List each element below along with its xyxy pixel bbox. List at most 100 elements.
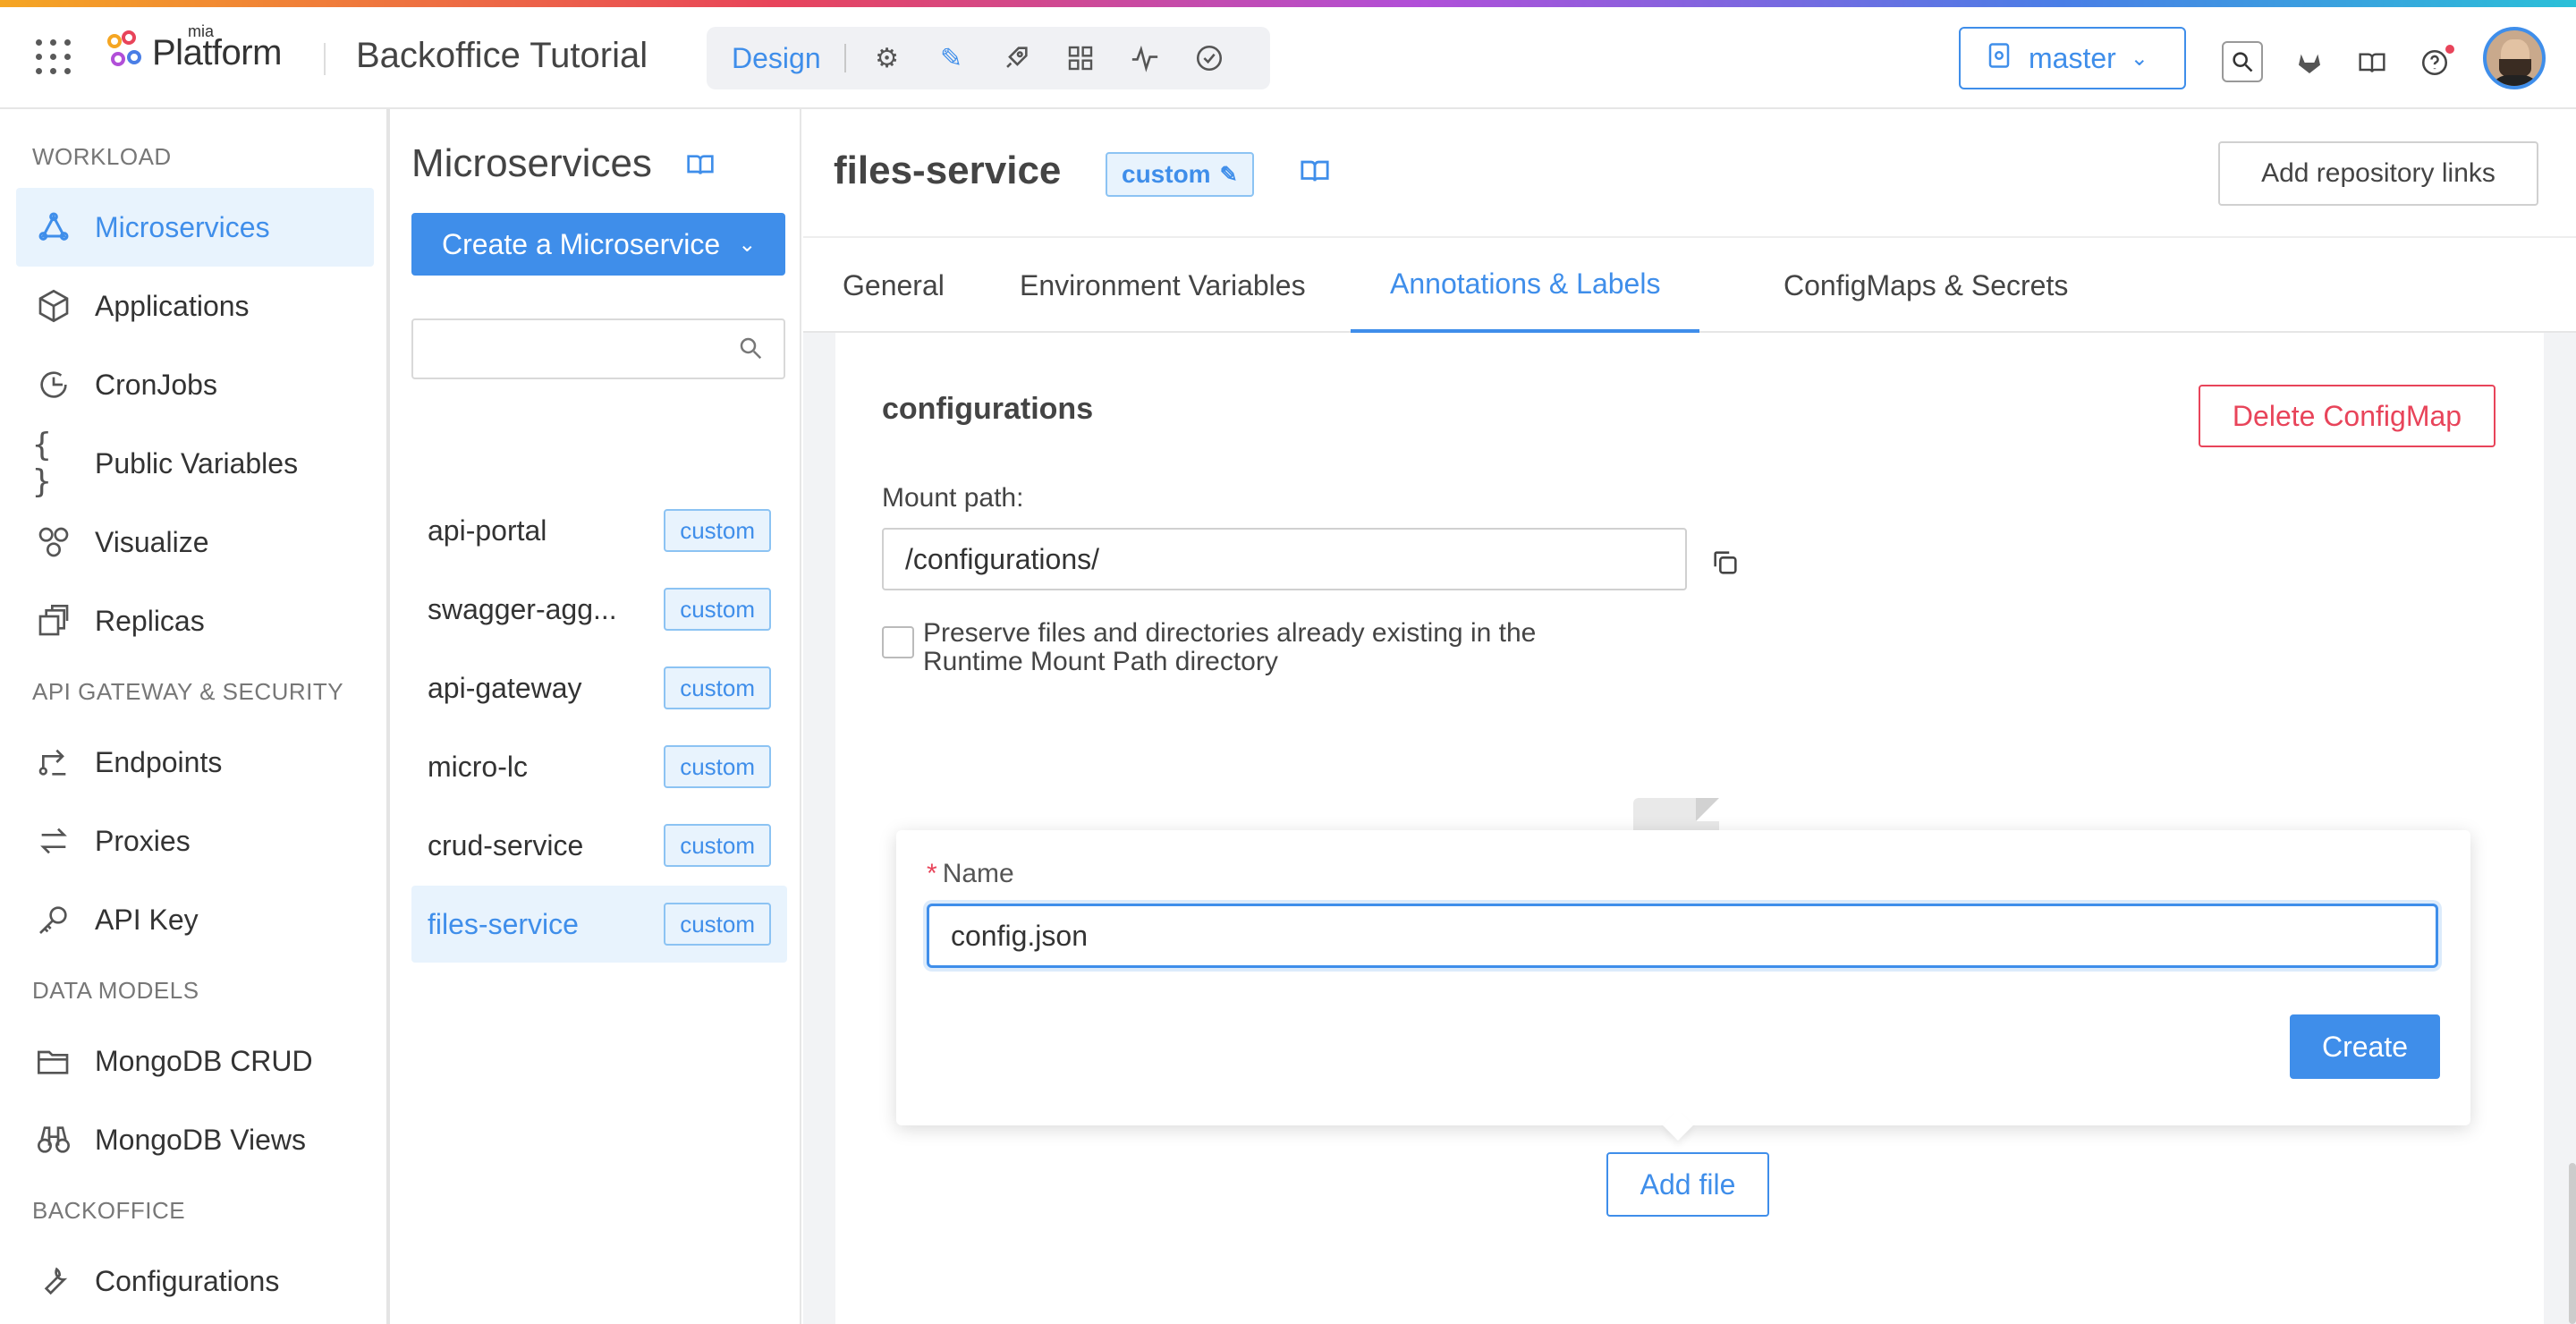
pencil-icon: ✎ [1219, 162, 1238, 187]
wrench-icon [32, 1260, 75, 1303]
chevron-down-icon: ⌄ [2130, 46, 2148, 71]
tab-annotations-labels[interactable]: Annotations & Labels [1351, 238, 1700, 333]
gitlab-icon[interactable] [2293, 47, 2326, 79]
main-content: files-service custom ✎ Add repository li… [803, 109, 2576, 1324]
sidebar-item-endpoints[interactable]: Endpoints [16, 723, 374, 802]
new-file-popover: * Name config.json Create [896, 830, 2470, 1141]
header-separator [324, 43, 326, 75]
check-circle-icon[interactable] [1191, 40, 1227, 76]
service-tag: custom [664, 509, 771, 552]
service-type-tag[interactable]: custom ✎ [1106, 152, 1254, 197]
help-icon[interactable] [2419, 45, 2454, 79]
service-item-crud-service[interactable]: crud-service custom [411, 807, 787, 884]
file-name-input[interactable]: config.json [927, 904, 2438, 968]
rocket-icon[interactable] [998, 40, 1034, 76]
service-tag: custom [664, 824, 771, 867]
scrollbar[interactable] [2569, 1163, 2576, 1324]
search-input[interactable] [411, 318, 785, 379]
empty-file-illustration [1633, 798, 1719, 834]
service-name: api-portal [428, 513, 547, 547]
section-backoffice: BACKOFFICE [32, 1197, 186, 1224]
service-item-api-gateway[interactable]: api-gateway custom [411, 649, 787, 726]
service-tag: custom [664, 745, 771, 788]
binoculars-icon [32, 1118, 75, 1161]
book-icon[interactable] [2356, 47, 2388, 79]
tab-general[interactable]: General [803, 238, 984, 333]
service-item-files-service[interactable]: files-service custom [411, 886, 787, 963]
tab-environment-variables[interactable]: Environment Variables [980, 238, 1345, 333]
sidebar-item-label: Visualize [95, 525, 209, 558]
section-api-gateway: API GATEWAY & SECURITY [32, 678, 344, 705]
sidebar-item-mongodb-crud[interactable]: MongoDB CRUD [16, 1022, 374, 1100]
sidebar-item-visualize[interactable]: Visualize [16, 503, 374, 581]
logo-text: Platform [152, 32, 282, 72]
copy-icon[interactable] [1710, 547, 1741, 586]
project-title[interactable]: Backoffice Tutorial [356, 36, 648, 76]
service-item-micro-lc[interactable]: micro-lc custom [411, 728, 787, 805]
sidebar-item-proxies[interactable]: Proxies [16, 802, 374, 880]
swap-icon [32, 819, 75, 862]
sidebar-item-label: MongoDB CRUD [95, 1044, 313, 1077]
pencil-icon[interactable]: ✎ [934, 40, 970, 76]
name-label-text: Name [942, 859, 1014, 888]
pulse-icon[interactable] [1127, 40, 1163, 76]
search-icon [737, 335, 764, 369]
service-item-api-portal[interactable]: api-portal custom [411, 492, 787, 569]
section-data-models: DATA MODELS [32, 977, 199, 1004]
sidebar-item-microservices[interactable]: Microservices [16, 188, 374, 267]
sidebar-item-label: Microservices [95, 210, 270, 243]
service-type-label: custom [1122, 160, 1211, 188]
mount-path-label: Mount path: [882, 483, 1024, 513]
service-name: swagger-agg... [428, 592, 617, 625]
name-field-label: * Name [927, 859, 1014, 889]
sidebar-item-public-variables[interactable]: { } Public Variables [16, 424, 374, 503]
design-mode-button[interactable]: Design [732, 42, 821, 75]
branch-name: master [2029, 41, 2116, 74]
service-item-swagger-aggregator[interactable]: swagger-agg... custom [411, 571, 787, 648]
top-gradient-bar [0, 0, 2576, 7]
logo[interactable]: mia Platform [107, 22, 282, 75]
sidebar-item-replicas[interactable]: Replicas [16, 581, 374, 660]
sidebar-item-label: Public Variables [95, 446, 299, 480]
sidebar-item-api-key[interactable]: API Key [16, 880, 374, 959]
top-header: mia Platform Backoffice Tutorial Design … [0, 7, 2576, 109]
sidebar-item-label: API Key [95, 903, 199, 936]
service-tag: custom [664, 903, 771, 946]
service-name: micro-lc [428, 750, 528, 783]
service-name: files-service [428, 907, 579, 940]
preserve-files-checkbox[interactable] [882, 626, 914, 658]
branch-selector[interactable]: master ⌄ [1959, 27, 2186, 89]
gear-icon[interactable]: ⚙ [869, 40, 905, 76]
book-icon[interactable] [1299, 156, 1331, 193]
clock-icon [32, 363, 75, 406]
service-tabs: General Environment Variables Annotation… [803, 238, 2576, 333]
service-tag: custom [664, 666, 771, 709]
sidebar-item-label: Endpoints [95, 745, 223, 778]
sidebar-item-label: Proxies [95, 824, 191, 857]
add-repository-links-button[interactable]: Add repository links [2218, 141, 2538, 206]
sidebar-item-mongodb-views[interactable]: MongoDB Views [16, 1100, 374, 1179]
logo-small-text: mia [188, 21, 215, 40]
mount-path-input[interactable]: /configurations/ [882, 528, 1687, 590]
apps-grid-icon[interactable] [36, 39, 72, 75]
sidebar-item-label: MongoDB Views [95, 1123, 306, 1156]
add-file-button[interactable]: Add file [1606, 1152, 1769, 1217]
configmap-title: configurations [882, 392, 1094, 426]
required-marker: * [927, 859, 937, 888]
book-icon[interactable] [685, 150, 716, 186]
sidebar-item-configurations[interactable]: Configurations [16, 1242, 374, 1320]
service-name: crud-service [428, 828, 584, 861]
sidebar-item-applications[interactable]: Applications [16, 267, 374, 345]
sidebar-item-cronjobs[interactable]: CronJobs [16, 345, 374, 424]
create-file-button[interactable]: Create [2290, 1014, 2440, 1079]
delete-configmap-button[interactable]: Delete ConfigMap [2199, 385, 2496, 447]
search-icon[interactable] [2222, 41, 2263, 82]
avatar[interactable] [2483, 27, 2546, 89]
sidebar-item-label: CronJobs [95, 368, 217, 401]
grid-icon[interactable] [1063, 40, 1098, 76]
list-title: Microservices [411, 141, 652, 185]
service-name: api-gateway [428, 671, 582, 704]
tab-configmaps-secrets[interactable]: ConfigMaps & Secrets [1744, 238, 2107, 333]
create-microservice-button[interactable]: Create a Microservice ⌄ [411, 213, 785, 276]
service-header: files-service custom ✎ Add repository li… [803, 109, 2576, 238]
